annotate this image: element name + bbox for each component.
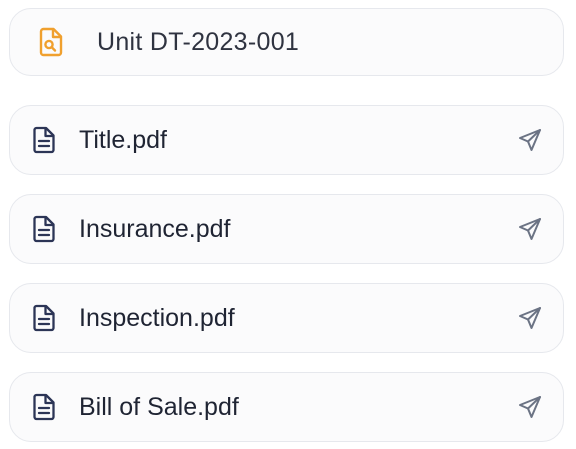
file-text-icon: [31, 392, 57, 422]
file-list: Title.pdf Insurance.pdf Inspection.pdf B…: [9, 105, 564, 449]
file-text-icon: [31, 125, 57, 155]
document-panel: Unit DT-2023-001 Title.pdf Insurance.pdf…: [0, 0, 576, 449]
file-row-bill-of-sale[interactable]: Bill of Sale.pdf: [9, 372, 564, 442]
send-icon[interactable]: [515, 214, 545, 244]
unit-title: Unit DT-2023-001: [97, 27, 300, 56]
file-row-insurance[interactable]: Insurance.pdf: [9, 194, 564, 264]
file-search-icon: [38, 27, 64, 57]
file-text-icon: [31, 303, 57, 333]
file-name: Title.pdf: [79, 125, 168, 154]
file-name: Insurance.pdf: [79, 214, 231, 243]
file-text-icon: [31, 214, 57, 244]
send-icon[interactable]: [515, 125, 545, 155]
send-icon[interactable]: [515, 392, 545, 422]
send-icon[interactable]: [515, 303, 545, 333]
file-row-title[interactable]: Title.pdf: [9, 105, 564, 175]
file-name: Inspection.pdf: [79, 303, 235, 332]
file-name: Bill of Sale.pdf: [79, 392, 239, 421]
unit-header-card: Unit DT-2023-001: [9, 8, 564, 76]
file-row-inspection[interactable]: Inspection.pdf: [9, 283, 564, 353]
